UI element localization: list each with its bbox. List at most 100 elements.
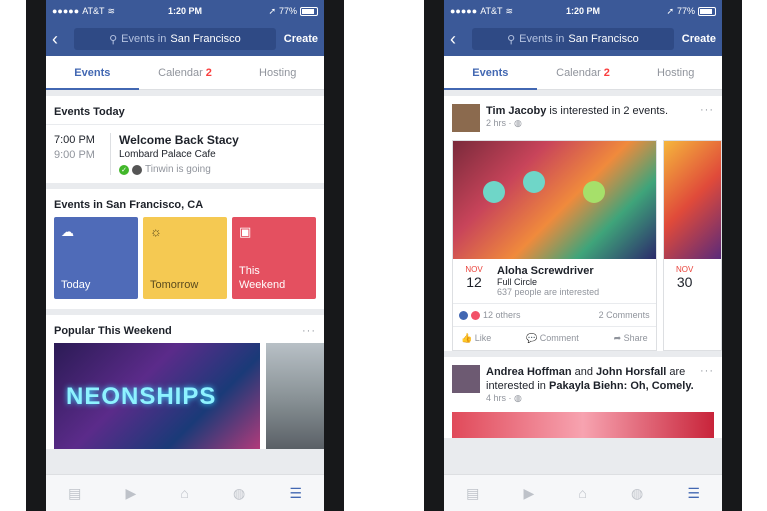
like-reaction-icon [459, 310, 468, 320]
feed-post-1: Tim Jacoby is interested in 2 events. 2 … [444, 96, 722, 351]
tab-calendar[interactable]: Calendar 2 [139, 56, 232, 89]
post-user-2[interactable]: John Horsfall [596, 366, 666, 378]
event-place: Lombard Palace Cafe [119, 149, 216, 160]
post-header: Tim Jacoby is interested in 2 events. 2 … [444, 96, 722, 140]
back-icon[interactable]: ‹ [52, 29, 66, 50]
event-start: 7:00 PM [54, 134, 95, 146]
event-name: Welcome Back Stacy [119, 133, 239, 147]
tab-events[interactable]: Events [46, 56, 139, 90]
tile-weekend[interactable]: ▣ This Weekend [232, 217, 316, 299]
avatar[interactable] [452, 104, 480, 132]
event-carousel: NOV 12 Aloha Screwdriver Full Circle 637 … [444, 140, 722, 351]
tab-hosting-label: Hosting [259, 66, 297, 79]
event-date: NOV 12 [459, 265, 489, 297]
tile-weekend-label: This Weekend [239, 264, 285, 292]
going-text: Tinwin is going [145, 164, 211, 175]
post-user[interactable]: Tim Jacoby [486, 105, 546, 117]
more-icon[interactable]: ··· [700, 365, 714, 404]
search-input[interactable]: ⚲ Events in San Francisco [472, 28, 674, 50]
calendar-badge: 2 [205, 66, 212, 79]
menu-icon[interactable]: ☰ [687, 485, 700, 502]
tile-weekend-line1: This [239, 265, 260, 277]
event-times: 7:00 PM 9:00 PM [54, 133, 110, 175]
tile-today[interactable]: ☁ Today [54, 217, 138, 299]
post-image[interactable] [452, 412, 714, 438]
battery-text: 77% [676, 6, 695, 16]
event-image-2 [663, 141, 721, 259]
right-screen: ●●●●● AT&T ≋ 1:20 PM ➚ 77% ‹ ⚲ Events in… [444, 0, 722, 511]
post-event[interactable]: Pakayla Biehn: Oh, Comely. [549, 380, 694, 392]
event-row[interactable]: 7:00 PM 9:00 PM Welcome Back Stacy Lomba… [46, 124, 324, 183]
tab-events-label: Events [472, 66, 509, 79]
check-icon: ✓ [119, 164, 129, 175]
avatar [132, 164, 142, 175]
create-button[interactable]: Create [682, 33, 716, 45]
nav-bar: ‹ ⚲ Events in San Francisco Create [46, 22, 324, 56]
globe-icon: ◍ [514, 393, 522, 403]
video-icon[interactable]: ▶ [125, 485, 136, 502]
carrier-label: ●●●●● AT&T ≋ [52, 5, 116, 17]
comment-button[interactable]: 💬 Comment [526, 333, 579, 344]
post-time: 2 hrs · ◍ [486, 118, 522, 128]
post-user-1[interactable]: Andrea Hoffman [486, 366, 572, 378]
post-action: is interested in 2 events. [549, 105, 669, 117]
marketplace-icon[interactable]: ⌂ [180, 485, 188, 501]
left-screen: ●●●●● AT&T ≋ 1:20 PM ➚ 77% ‹ ⚲ Events in… [46, 0, 324, 511]
popular-heading: Popular This Weekend [54, 325, 172, 337]
search-input[interactable]: ⚲ Events in San Francisco [74, 28, 276, 50]
right-phone: ●●●●● AT&T ≋ 1:20 PM ➚ 77% ‹ ⚲ Events in… [424, 0, 742, 511]
battery-icon [300, 6, 318, 16]
tab-calendar[interactable]: Calendar 2 [537, 56, 630, 89]
comments-count[interactable]: 2 Comments [599, 310, 650, 320]
news-feed-icon[interactable]: ▤ [68, 485, 81, 502]
love-reaction-icon [471, 310, 480, 320]
reactions-count[interactable]: 12 others [483, 310, 521, 320]
news-feed-icon[interactable]: ▤ [466, 485, 479, 502]
menu-icon[interactable]: ☰ [289, 485, 302, 502]
tab-events-label: Events [74, 66, 111, 79]
marketplace-icon[interactable]: ⌂ [578, 485, 586, 501]
globe-icon[interactable]: ◍ [233, 485, 245, 502]
post-text: Tim Jacoby is interested in 2 events. [486, 104, 668, 118]
event-photo[interactable]: NEONSHIPS [54, 343, 260, 449]
like-button[interactable]: 👍 Like [461, 333, 491, 344]
weather-icon: ☁ [61, 224, 74, 239]
create-button[interactable]: Create [284, 33, 318, 45]
event-photo-2[interactable] [265, 343, 324, 449]
post-time-2: 4 hrs · ◍ [486, 393, 522, 403]
battery-text: 77% [278, 6, 297, 16]
tab-hosting[interactable]: Hosting [231, 56, 324, 89]
event-image [453, 141, 656, 259]
more-icon[interactable]: ··· [700, 104, 714, 132]
tab-hosting[interactable]: Hosting [629, 56, 722, 89]
comment-label: Comment [539, 333, 579, 343]
bottom-nav: ▤ ▶ ⌂ ◍ ☰ [444, 474, 722, 511]
video-icon[interactable]: ▶ [523, 485, 534, 502]
globe-icon[interactable]: ◍ [631, 485, 643, 502]
event-day-2: 30 [676, 274, 693, 290]
battery-indicator: ➚ 77% [666, 6, 716, 17]
tab-events[interactable]: Events [444, 56, 537, 90]
bottom-nav: ▤ ▶ ⌂ ◍ ☰ [46, 474, 324, 511]
popular-card: Popular This Weekend ··· NEONSHIPS [46, 315, 324, 449]
search-city: San Francisco [170, 33, 241, 45]
event-month: NOV [465, 265, 483, 274]
event-card-2[interactable]: NOV 30 [662, 140, 722, 351]
tile-weekend-line2: Weekend [239, 279, 286, 291]
event-info: Welcome Back Stacy Lombard Palace Cafe ✓… [119, 133, 239, 175]
tab-calendar-label: Calendar [158, 66, 203, 79]
more-icon[interactable]: ··· [302, 325, 316, 337]
action-bar: 👍 Like 💬 Comment ➦ Share [453, 326, 656, 350]
feed-post-2: Andrea Hoffman and John Horsfall are int… [444, 357, 722, 438]
share-button[interactable]: ➦ Share [614, 333, 648, 344]
event-card-2-body: NOV 30 [664, 259, 721, 296]
carrier-label: ●●●●● AT&T ≋ [450, 5, 514, 17]
events-today-card: Events Today 7:00 PM 9:00 PM Welcome Bac… [46, 96, 324, 183]
left-phone: ●●●●● AT&T ≋ 1:20 PM ➚ 77% ‹ ⚲ Events in… [26, 0, 344, 511]
back-icon[interactable]: ‹ [450, 29, 464, 50]
post-text-2: Andrea Hoffman and John Horsfall are int… [486, 365, 694, 393]
avatar[interactable] [452, 365, 480, 393]
tile-tomorrow[interactable]: ☼ Tomorrow [143, 217, 227, 299]
status-bar: ●●●●● AT&T ≋ 1:20 PM ➚ 77% [46, 0, 324, 22]
event-card[interactable]: NOV 12 Aloha Screwdriver Full Circle 637 … [452, 140, 657, 351]
